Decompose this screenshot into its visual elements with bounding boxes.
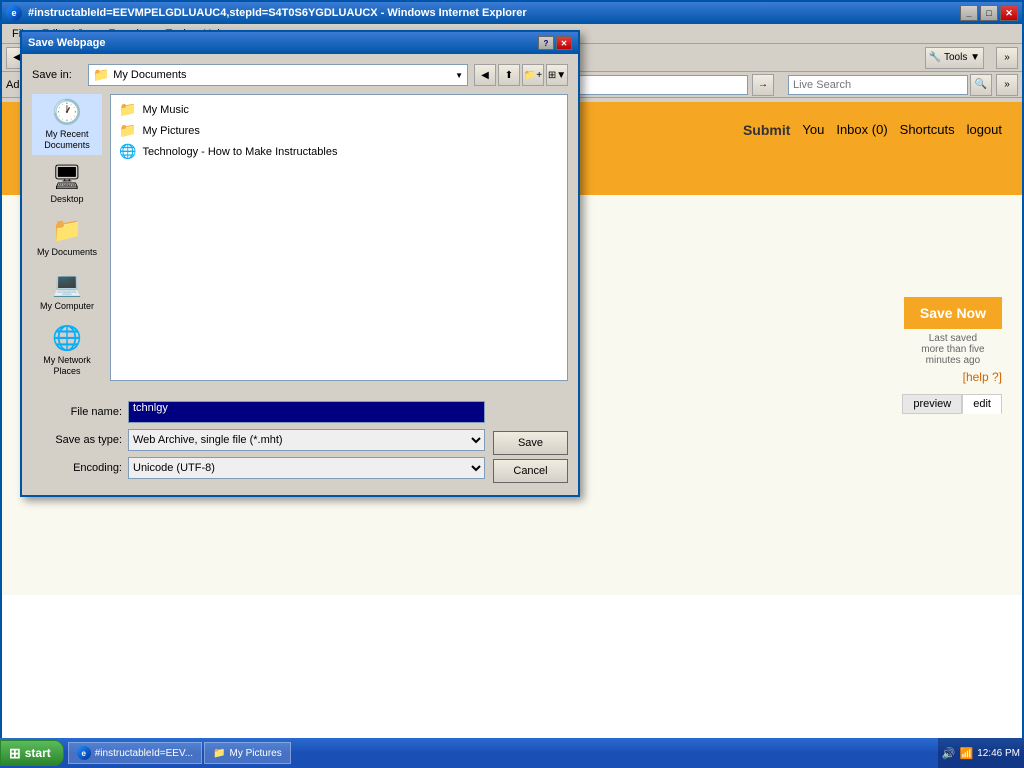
taskbar-folder-icon: 📁 bbox=[213, 748, 225, 759]
nav-view-button[interactable]: ⊞▼ bbox=[546, 64, 568, 86]
dialog-action-buttons: Save Cancel bbox=[493, 431, 568, 483]
sidebar-desktop[interactable]: 🖥 Desktop bbox=[32, 159, 102, 209]
file-my-pictures-label: My Pictures bbox=[142, 125, 199, 137]
filename-label: File name: bbox=[32, 406, 122, 418]
file-item-my-music[interactable]: 📁 My Music bbox=[115, 99, 563, 120]
save-in-dropdown[interactable]: 📁 My Documents ▼ bbox=[88, 64, 468, 86]
desktop-icon: 🖥 bbox=[52, 163, 82, 192]
save-in-folder-name: My Documents bbox=[113, 69, 186, 81]
my-computer-icon: 💻 bbox=[52, 270, 82, 299]
desktop-label: Desktop bbox=[50, 194, 83, 205]
save-dialog: Save Webpage ? ✕ Save in: 📁 My Documents… bbox=[20, 30, 580, 497]
taskbar: ⊞ start e #instructableId=EEV... 📁 My Pi… bbox=[0, 738, 1024, 768]
recent-docs-label: My Recent Documents bbox=[34, 129, 100, 151]
file-list: 📁 My Music 📁 My Pictures 🌐 Technology - … bbox=[110, 94, 568, 381]
savetype-row: Save as type: Web Archive, single file (… bbox=[32, 429, 485, 451]
encoding-label: Encoding: bbox=[32, 462, 122, 474]
windows-logo: ⊞ bbox=[9, 745, 21, 762]
clock: 12:46 PM bbox=[977, 748, 1020, 759]
network-places-label: My Network Places bbox=[34, 355, 100, 377]
ie-file-icon: 🌐 bbox=[119, 143, 136, 160]
file-item-technology[interactable]: 🌐 Technology - How to Make Instructables bbox=[115, 141, 563, 162]
taskbar-item-pictures[interactable]: 📁 My Pictures bbox=[204, 742, 291, 764]
network-places-icon: 🌐 bbox=[52, 324, 82, 353]
encoding-select[interactable]: Unicode (UTF-8) bbox=[128, 457, 485, 479]
dialog-controls: ? ✕ bbox=[538, 36, 572, 50]
file-my-music-label: My Music bbox=[142, 104, 188, 116]
sidebar-my-computer[interactable]: 💻 My Computer bbox=[32, 266, 102, 316]
folder-icon: 📁 bbox=[93, 67, 109, 83]
dialog-body: Save in: 📁 My Documents ▼ ◀ ⬆ 📁+ ⊞▼ bbox=[22, 54, 578, 495]
my-documents-label: My Documents bbox=[37, 247, 97, 258]
dialog-help-button[interactable]: ? bbox=[538, 36, 554, 50]
dialog-overlay: Save Webpage ? ✕ Save in: 📁 My Documents… bbox=[0, 0, 1024, 768]
sidebar-my-documents[interactable]: 📁 My Documents bbox=[32, 212, 102, 262]
filename-input-display bbox=[128, 401, 485, 423]
dialog-close-button[interactable]: ✕ bbox=[556, 36, 572, 50]
dialog-title: Save Webpage bbox=[28, 37, 538, 49]
taskbar-items: e #instructableId=EEV... 📁 My Pictures bbox=[64, 742, 938, 764]
savetype-label: Save as type: bbox=[32, 434, 122, 446]
save-button[interactable]: Save bbox=[493, 431, 568, 455]
cancel-button[interactable]: Cancel bbox=[493, 459, 568, 483]
encoding-row: Encoding: Unicode (UTF-8) bbox=[32, 457, 485, 479]
savetype-select[interactable]: Web Archive, single file (*.mht) bbox=[128, 429, 485, 451]
nav-new-folder-button[interactable]: 📁+ bbox=[522, 64, 544, 86]
folder-pictures-icon: 📁 bbox=[119, 122, 136, 139]
my-computer-label: My Computer bbox=[40, 301, 94, 312]
dialog-fields: File name: Save as type: Web Archive, si… bbox=[32, 401, 485, 485]
taskbar-browser-label: #instructableId=EEV... bbox=[95, 748, 193, 759]
filename-row: File name: bbox=[32, 401, 485, 423]
file-item-my-pictures[interactable]: 📁 My Pictures bbox=[115, 120, 563, 141]
nav-back-button[interactable]: ◀ bbox=[474, 64, 496, 86]
file-technology-label: Technology - How to Make Instructables bbox=[142, 146, 337, 158]
filename-input[interactable] bbox=[133, 402, 480, 414]
network-icon: 📶 bbox=[959, 747, 973, 760]
recent-docs-icon: 🕐 bbox=[52, 98, 82, 127]
dialog-sidebar: 🕐 My Recent Documents 🖥 Desktop 📁 My Doc… bbox=[32, 94, 102, 381]
save-in-row: Save in: 📁 My Documents ▼ ◀ ⬆ 📁+ ⊞▼ bbox=[32, 64, 568, 86]
taskbar-ie-icon: e bbox=[77, 746, 91, 760]
dialog-titlebar: Save Webpage ? ✕ bbox=[22, 32, 578, 54]
taskbar-item-browser[interactable]: e #instructableId=EEV... bbox=[68, 742, 202, 764]
start-label: start bbox=[25, 746, 51, 760]
my-documents-icon: 📁 bbox=[52, 216, 82, 245]
save-in-label: Save in: bbox=[32, 69, 82, 81]
sidebar-recent-docs[interactable]: 🕐 My Recent Documents bbox=[32, 94, 102, 155]
start-button[interactable]: ⊞ start bbox=[0, 740, 64, 766]
dialog-main-area: 🕐 My Recent Documents 🖥 Desktop 📁 My Doc… bbox=[32, 94, 568, 381]
folder-music-icon: 📁 bbox=[119, 101, 136, 118]
dialog-bottom: File name: Save as type: Web Archive, si… bbox=[32, 391, 568, 485]
taskbar-tray: 🔊 📶 12:46 PM bbox=[938, 738, 1024, 768]
nav-buttons: ◀ ⬆ 📁+ ⊞▼ bbox=[474, 64, 568, 86]
taskbar-pictures-label: My Pictures bbox=[230, 748, 282, 759]
sidebar-network[interactable]: 🌐 My Network Places bbox=[32, 320, 102, 381]
nav-up-button[interactable]: ⬆ bbox=[498, 64, 520, 86]
dropdown-arrow-icon: ▼ bbox=[455, 71, 463, 80]
speaker-icon: 🔊 bbox=[942, 747, 956, 760]
